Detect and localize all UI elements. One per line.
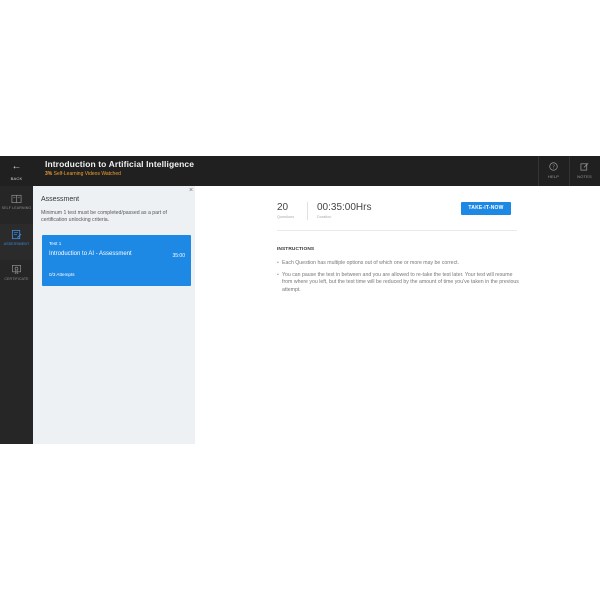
assessment-icon: [11, 229, 22, 240]
edit-note-icon: [580, 163, 589, 171]
close-icon[interactable]: ×: [189, 187, 193, 194]
arrow-left-icon: ←: [11, 161, 22, 172]
duration-label: Duration: [317, 215, 332, 219]
instruction-item: You can pause the test in between and yo…: [277, 272, 522, 295]
nav-label-assessment: ASSESSMENT: [3, 242, 30, 246]
stat-divider: [307, 202, 308, 220]
top-bar: ← BACK Introduction to Artificial Intell…: [0, 156, 600, 186]
instructions-list: Each Question has multiple options out o…: [277, 260, 522, 298]
help-icon: ?: [549, 162, 558, 171]
test-card[interactable]: Test 1 Introduction to AI - Assessment 3…: [42, 235, 191, 286]
panel-title: Assessment: [41, 196, 80, 203]
svg-text:?: ?: [552, 164, 555, 170]
left-nav: SELF LEARNING ASSESSMENT CERTIFICATE: [0, 186, 33, 444]
nav-label-self-learning: SELF LEARNING: [1, 206, 32, 210]
back-label: BACK: [10, 176, 23, 181]
take-it-now-button[interactable]: TAKE-IT-NOW: [461, 202, 511, 215]
test-duration: 35:00: [172, 253, 185, 259]
app-window: ← BACK Introduction to Artificial Intell…: [0, 156, 600, 444]
help-button[interactable]: ? HELP: [538, 156, 568, 186]
nav-item-self-learning[interactable]: SELF LEARNING: [0, 189, 33, 225]
questions-count: 20: [277, 202, 289, 213]
progress-percent: 3%: [45, 171, 53, 177]
questions-label: Questions: [277, 215, 295, 219]
nav-label-certificate: CERTIFICATE: [4, 277, 29, 281]
progress-status: 3% Self-Learning Videos Watched: [45, 171, 121, 177]
course-title: Introduction to Artificial Intelligence: [45, 159, 195, 169]
progress-text: Self-Learning Videos Watched: [53, 171, 121, 177]
assessment-panel: × Assessment Minimum 1 test must be comp…: [33, 186, 195, 444]
back-button[interactable]: ← BACK: [0, 156, 33, 186]
instructions-heading: INSTRUCTIONS: [277, 247, 315, 252]
nav-item-assessment[interactable]: ASSESSMENT: [0, 224, 33, 260]
instruction-item: Each Question has multiple options out o…: [277, 260, 522, 268]
nav-item-certificate[interactable]: CERTIFICATE: [0, 259, 33, 295]
test-attempts: 0/3 Attempts: [49, 272, 75, 277]
test-number: Test 1: [49, 241, 62, 246]
test-name: Introduction to AI - Assessment: [49, 251, 132, 257]
main-content: 20 Questions 00:35:00Hrs Duration TAKE-I…: [195, 186, 600, 444]
notes-button[interactable]: NOTES: [569, 156, 599, 186]
notes-label: NOTES: [577, 174, 592, 179]
certificate-icon: [12, 265, 21, 275]
duration-value: 00:35:00Hrs: [317, 202, 372, 213]
divider: [277, 230, 517, 231]
book-icon: [11, 194, 22, 204]
panel-description: Minimum 1 test must be completed/passed …: [41, 210, 167, 223]
help-label: HELP: [547, 174, 560, 179]
